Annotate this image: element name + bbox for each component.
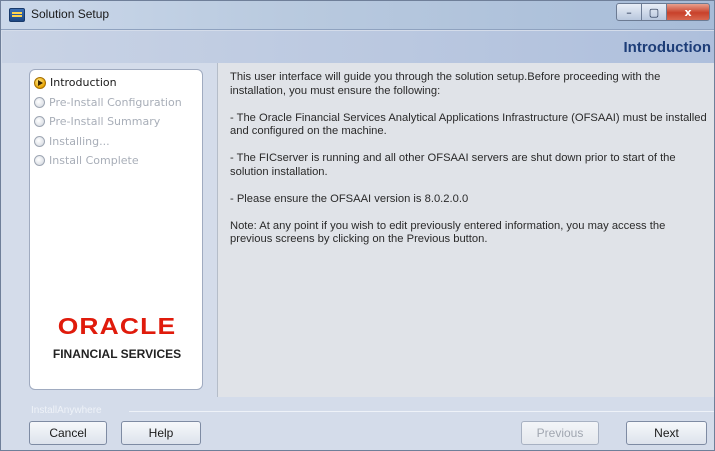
requirement-paragraph: - The FICserver is running and all other… (230, 152, 676, 178)
intro-text: This user interface will guide you throu… (230, 71, 708, 260)
step-label: Installing... (49, 134, 110, 148)
installer-window: Solution Setup – ▢ x Introduction Introd… (0, 0, 715, 451)
requirement-paragraph: - The Oracle Financial Services Analytic… (230, 111, 707, 138)
step-item-pre-install-configuration: Pre-Install Configuration (34, 93, 182, 113)
oracle-logo: ORACLE (57, 313, 177, 339)
installer-app-icon (9, 8, 25, 22)
installanywhere-label: InstallAnywhere (31, 405, 102, 416)
step-label: Pre-Install Summary (49, 115, 161, 129)
radio-circle-icon (34, 155, 45, 167)
previous-button[interactable]: Previous (521, 421, 599, 445)
cancel-button[interactable]: Cancel (29, 421, 107, 445)
footer-divider (129, 411, 714, 412)
step-item-install-complete: Install Complete (34, 151, 182, 171)
step-item-installing: Installing... (34, 132, 182, 152)
arrow-right-circle-icon (34, 76, 46, 89)
step-label: Pre-Install Configuration (49, 95, 182, 109)
radio-circle-icon (34, 96, 45, 108)
close-button[interactable]: x (666, 3, 710, 21)
next-button[interactable]: Next (626, 421, 707, 445)
page-title: Introduction (623, 39, 711, 56)
step-label: Install Complete (49, 154, 139, 168)
step-header: Introduction (2, 31, 714, 63)
step-item-introduction: Introduction (34, 73, 182, 93)
steps-list: Introduction Pre-Install Configuration P… (34, 73, 182, 171)
window-title: Solution Setup (31, 7, 110, 21)
note-paragraph: Note: At any point if you wish to edit p… (230, 219, 666, 246)
radio-circle-icon (34, 116, 45, 128)
content-panel: This user interface will guide you throu… (217, 63, 714, 397)
intro-paragraph: This user interface will guide you throu… (230, 71, 661, 97)
requirement-paragraph: - Please ensure the OFSAAI version is 8.… (230, 192, 469, 205)
step-item-pre-install-summary: Pre-Install Summary (34, 112, 182, 132)
step-label: Introduction (50, 76, 117, 90)
oracle-subtitle: FINANCIAL SERVICES (52, 347, 182, 361)
title-bar[interactable]: Solution Setup – ▢ x (1, 1, 714, 30)
minimize-button[interactable]: – (616, 3, 642, 21)
steps-panel: Introduction Pre-Install Configuration P… (29, 69, 203, 390)
help-button[interactable]: Help (121, 421, 201, 445)
maximize-button[interactable]: ▢ (641, 3, 667, 21)
radio-circle-icon (34, 135, 45, 147)
window-controls: – ▢ x (616, 3, 710, 21)
